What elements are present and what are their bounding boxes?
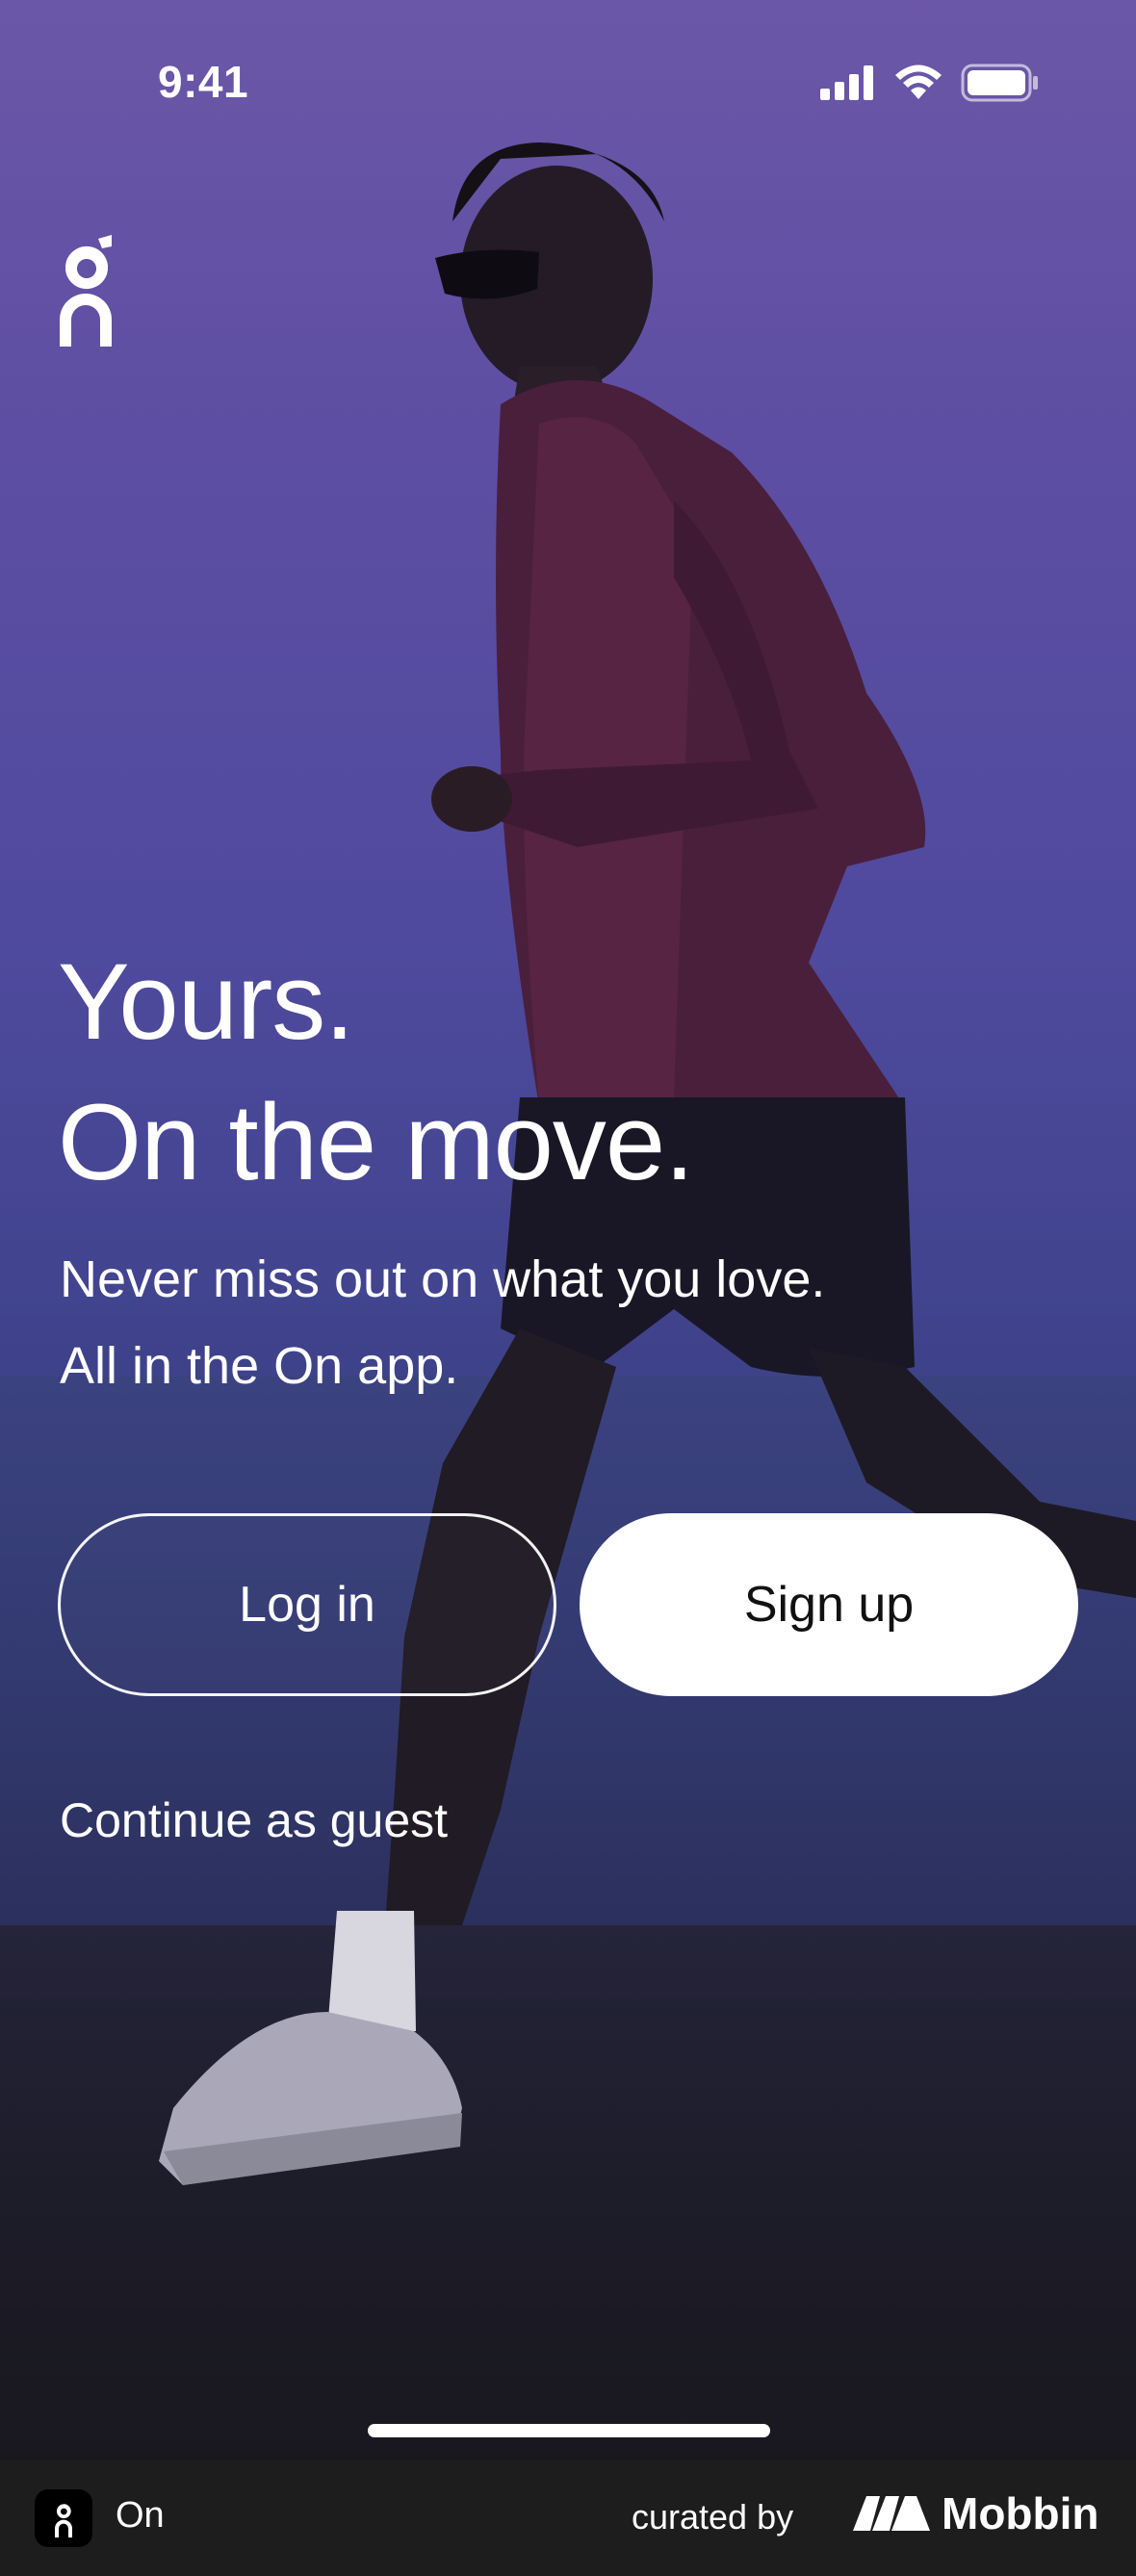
headline: Yours. On the move. — [58, 932, 694, 1213]
headline-line-1: Yours. — [58, 941, 354, 1062]
subheadline-line-2: All in the On app. — [60, 1337, 459, 1395]
mobbin-brand: Mobbin — [853, 2487, 1099, 2539]
battery-icon — [961, 64, 1038, 102]
on-logo-icon — [60, 235, 112, 347]
welcome-screen: 9:41 Yours. On the move. Never miss out — [0, 0, 1136, 2460]
subheadline-line-1: Never miss out on what you love. — [60, 1250, 826, 1308]
app-icon — [35, 2489, 92, 2547]
headline-line-2: On the move. — [58, 1082, 694, 1202]
signup-button[interactable]: Sign up — [580, 1513, 1078, 1696]
footer-app-name: On — [116, 2495, 165, 2536]
login-button[interactable]: Log in — [58, 1513, 556, 1696]
wifi-icon — [895, 64, 942, 99]
continue-as-guest-link[interactable]: Continue as guest — [60, 1792, 448, 1848]
on-logo-small-icon — [55, 2504, 72, 2537]
home-indicator[interactable] — [368, 2424, 770, 2437]
runner-photo — [159, 142, 1136, 2185]
status-icons — [820, 64, 1040, 102]
signal-icon — [820, 65, 873, 100]
status-time: 9:41 — [158, 57, 249, 107]
mobbin-logo-icon — [853, 2496, 930, 2531]
signup-button-label: Sign up — [743, 1577, 915, 1633]
login-button-label: Log in — [239, 1577, 375, 1633]
curated-by-label: curated by — [632, 2497, 794, 2537]
footer-bar: On curated by Mobbin — [0, 2460, 1136, 2576]
subheadline: Never miss out on what you love. All in … — [60, 1236, 825, 1409]
mobbin-brand-name: Mobbin — [942, 2488, 1099, 2538]
